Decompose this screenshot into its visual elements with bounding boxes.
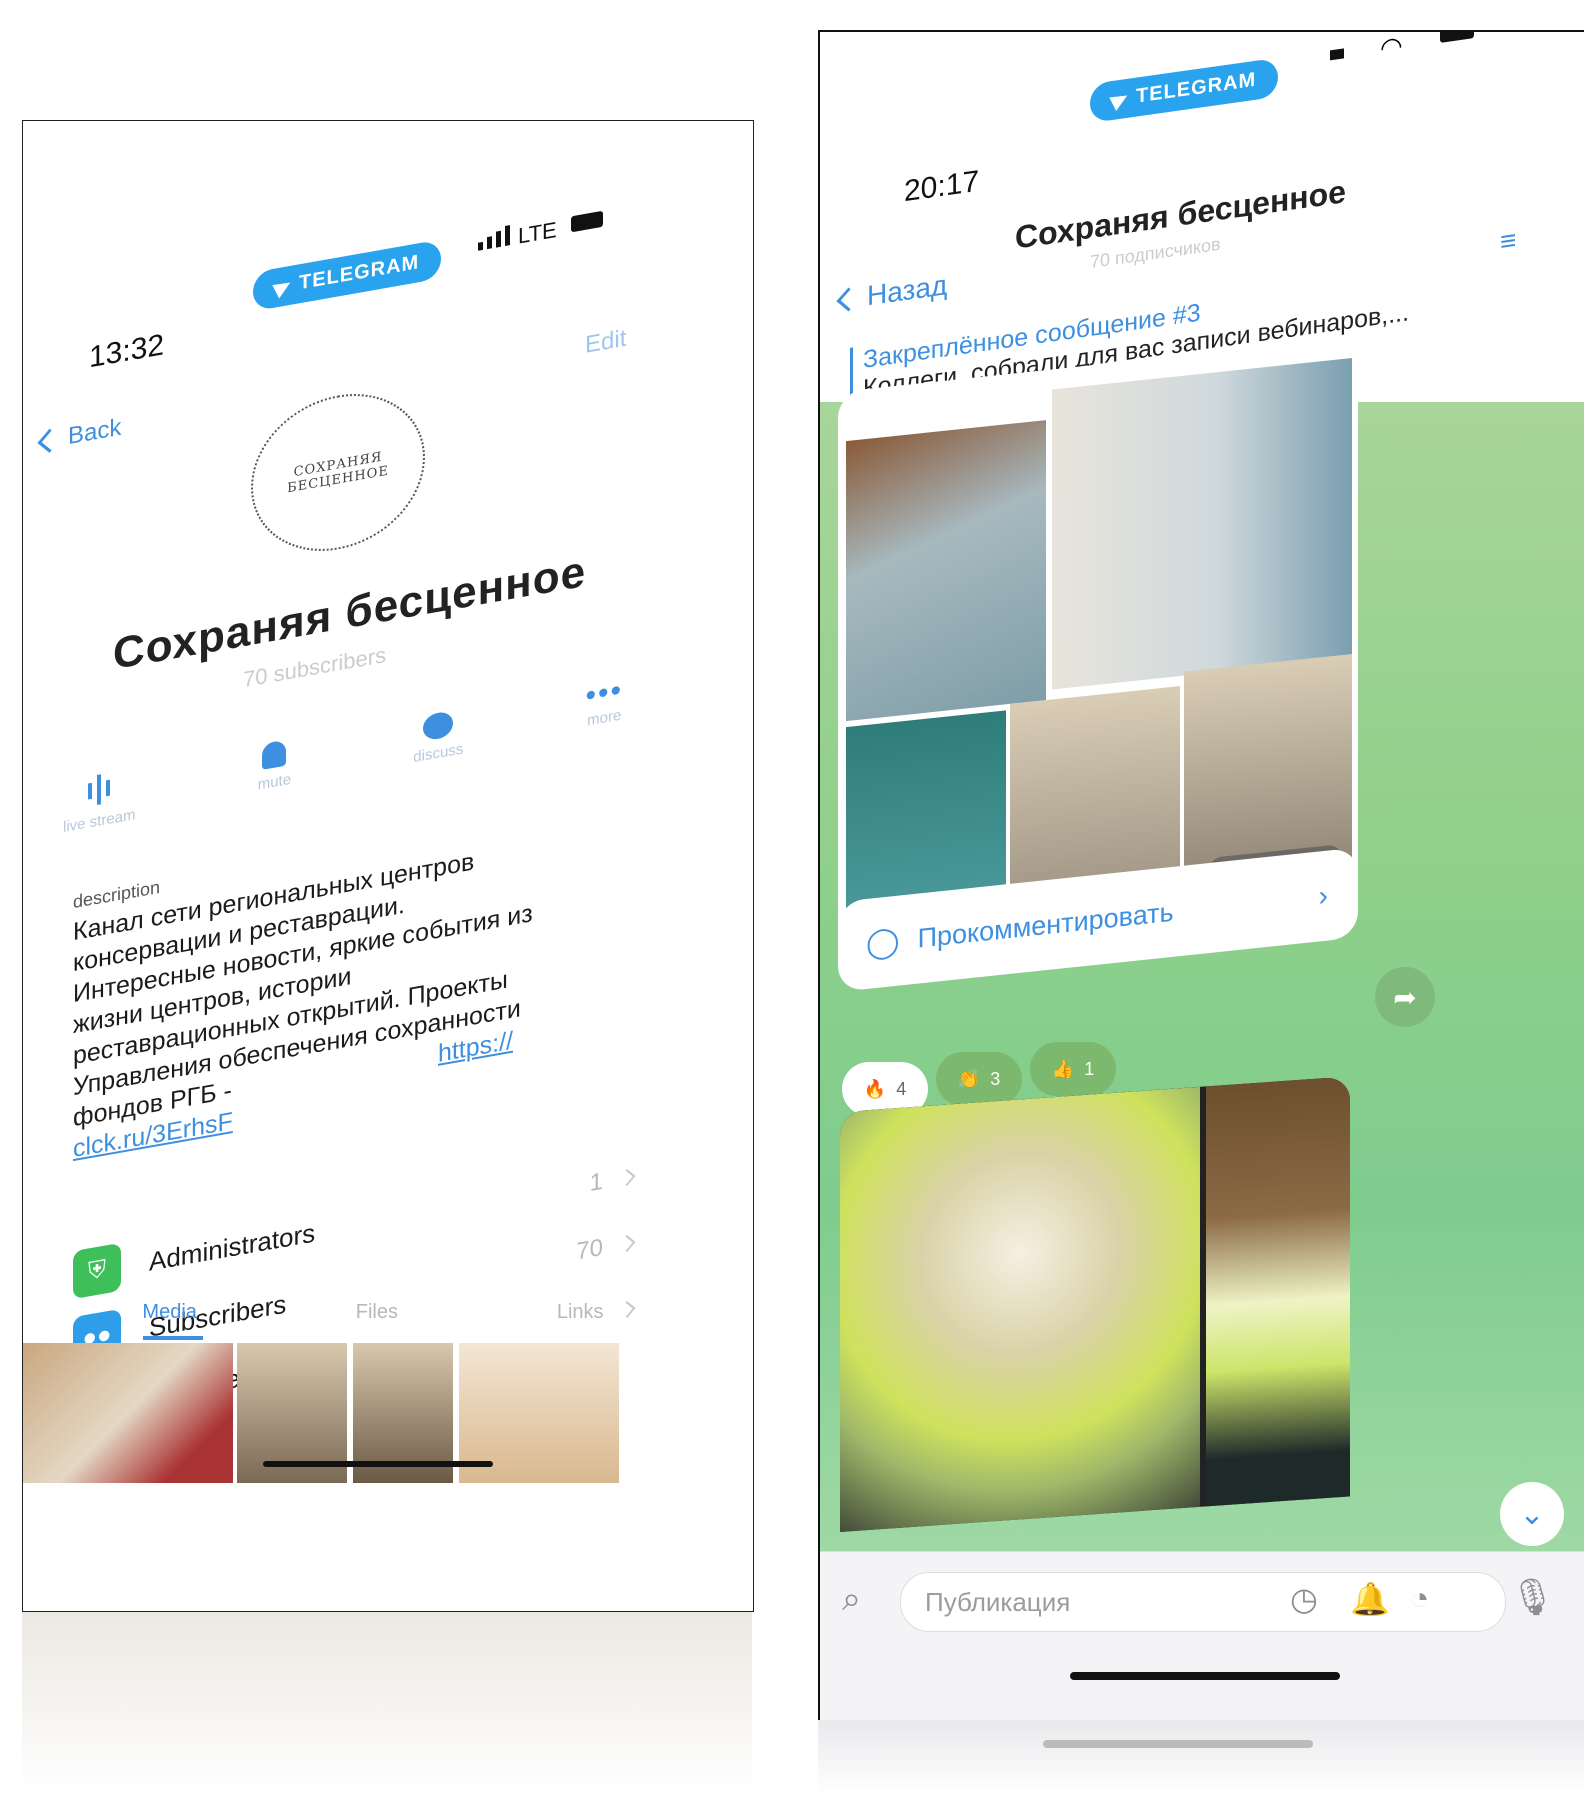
mute-label: mute xyxy=(257,770,292,794)
bell-icon xyxy=(262,739,287,770)
badge-label: TELEGRAM xyxy=(299,251,420,295)
chat-screen: 20:17 TELEGRAM ◠ Назад Сохраняя бесценно… xyxy=(818,30,1584,1724)
share-arrow-icon: ➦ xyxy=(1393,981,1417,1013)
live-stream-icon xyxy=(88,771,111,809)
media-tabs: Media Files Links xyxy=(63,1301,683,1324)
reaction-chip[interactable]: 👍 1 xyxy=(1030,1042,1116,1096)
shield-icon: ⛨ xyxy=(73,1242,121,1300)
chevron-right-icon xyxy=(618,1169,636,1186)
back-button[interactable]: Back xyxy=(37,413,122,456)
comment-icon: ◯ xyxy=(866,924,900,961)
post-photo[interactable] xyxy=(1052,357,1352,690)
reaction-chip[interactable]: 👏 3 xyxy=(936,1052,1022,1106)
more-dots-icon: ••• xyxy=(585,673,623,713)
second-post-media[interactable] xyxy=(840,1076,1350,1532)
status-time: 20:17 xyxy=(904,164,980,209)
phone-reflection xyxy=(818,1720,1584,1794)
reaction-count: 1 xyxy=(1084,1058,1095,1079)
logo-text: СОХРАНЯЯ БЕСЦЕННОЕ xyxy=(287,449,389,497)
network-type: LTE xyxy=(518,216,557,249)
chevron-right-icon: › xyxy=(1318,879,1328,912)
composer: ⌕ Публикация ◷ 🔔 ◔ 🎙 xyxy=(820,1551,1584,1722)
subscribers-count: 70 xyxy=(576,1233,603,1266)
edit-button[interactable]: Edit xyxy=(585,325,626,360)
signal-icon xyxy=(1330,48,1344,61)
tab-links[interactable]: Links xyxy=(557,1301,604,1324)
channel-logo: СОХРАНЯЯ БЕСЦЕННОЕ xyxy=(251,380,425,565)
live-stream-button[interactable]: live stream xyxy=(63,766,136,836)
thumbs-up-icon: 👍 xyxy=(1051,1058,1075,1079)
telegram-badge: TELEGRAM xyxy=(253,239,442,312)
pin-list-icon[interactable]: ≡ xyxy=(1500,224,1516,258)
post-photo[interactable] xyxy=(846,420,1046,722)
battery-icon xyxy=(1440,32,1474,43)
more-button[interactable]: ••• more xyxy=(585,673,623,744)
phone-reflection xyxy=(22,1612,752,1794)
reaction-count: 4 xyxy=(896,1078,907,1099)
microphone-icon[interactable]: 🎙 xyxy=(1510,1576,1556,1618)
back-label: Назад xyxy=(867,269,948,312)
wifi-icon: ◠ xyxy=(1380,30,1403,64)
back-label: Back xyxy=(68,413,122,451)
badge-label: TELEGRAM xyxy=(1136,68,1257,108)
battery-icon xyxy=(571,210,603,233)
status-time: 13:32 xyxy=(89,328,165,375)
telegram-plane-icon xyxy=(1109,88,1131,111)
live-stream-label: live stream xyxy=(63,806,136,836)
logo-ring: СОХРАНЯЯ БЕСЦЕННОЕ xyxy=(251,380,425,565)
administrators-count: 1 xyxy=(589,1167,603,1198)
chevron-down-icon: ⌄ xyxy=(1519,1497,1545,1531)
scroll-down-button[interactable]: ⌄ xyxy=(1500,1482,1564,1546)
post-photo xyxy=(1206,1076,1350,1527)
tab-indicator xyxy=(143,1336,203,1340)
sticker-icon[interactable]: ◔ xyxy=(1410,1580,1429,1617)
media-thumb[interactable] xyxy=(23,1343,233,1483)
back-button[interactable]: Назад xyxy=(836,269,948,316)
profile-screen: 13:32 TELEGRAM LTE Back Edit СОХРАНЯЯ БЕ… xyxy=(22,120,754,1612)
mute-button[interactable]: mute xyxy=(258,739,291,802)
discuss-label: discuss xyxy=(413,740,464,767)
chevron-left-icon xyxy=(836,286,861,312)
comment-label: Прокомментировать xyxy=(917,896,1174,954)
message-placeholder: Публикация xyxy=(925,1586,1071,1617)
chevron-right-icon xyxy=(618,1235,636,1252)
clap-icon: 👏 xyxy=(957,1068,981,1089)
bell-icon[interactable]: 🔔 xyxy=(1350,1580,1390,1618)
telegram-badge: TELEGRAM xyxy=(1090,57,1279,124)
attach-icon[interactable]: ⌕ xyxy=(842,1580,861,1619)
fire-icon: 🔥 xyxy=(863,1078,887,1099)
chat-bubble-icon xyxy=(423,710,454,742)
signal-icon xyxy=(478,225,510,251)
discuss-button[interactable]: discuss xyxy=(413,708,463,774)
timer-icon[interactable]: ◷ xyxy=(1290,1580,1318,1618)
share-button[interactable]: ➦ xyxy=(1375,967,1435,1027)
reaction-count: 3 xyxy=(990,1068,1001,1089)
tab-media[interactable]: Media xyxy=(142,1301,196,1324)
reflected-home-indicator xyxy=(1043,1740,1313,1748)
home-indicator xyxy=(263,1461,493,1467)
telegram-plane-icon xyxy=(272,275,294,298)
tab-files[interactable]: Files xyxy=(356,1301,398,1324)
post-photo xyxy=(840,1086,1200,1532)
home-indicator xyxy=(1070,1672,1340,1680)
chevron-left-icon xyxy=(37,428,62,453)
description-block: description Канал сети региональных цент… xyxy=(73,793,633,1165)
